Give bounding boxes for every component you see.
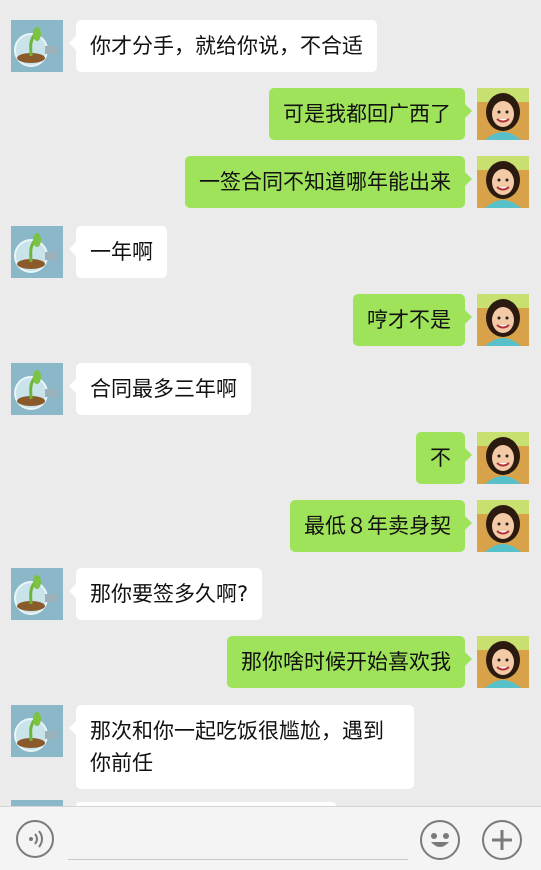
message-bubble-outgoing[interactable]: 不 xyxy=(416,432,472,484)
message-bubble-incoming[interactable]: 合同最多三年啊 xyxy=(69,363,251,415)
contact-avatar[interactable] xyxy=(11,20,63,72)
self-avatar[interactable] xyxy=(477,432,529,484)
contact-avatar[interactable] xyxy=(11,705,63,757)
message-bubble-incoming[interactable]: 你才分手，就给你说，不合适 xyxy=(69,20,377,72)
voice-button[interactable] xyxy=(16,820,54,858)
contact-avatar[interactable] xyxy=(11,226,63,278)
contact-avatar[interactable] xyxy=(11,363,63,415)
more-button[interactable] xyxy=(482,820,522,860)
message-bubble-outgoing[interactable]: 哼才不是 xyxy=(353,294,472,346)
self-avatar[interactable] xyxy=(477,294,529,346)
message-bubble-outgoing[interactable]: 那你啥时候开始喜欢我 xyxy=(227,636,472,688)
emoji-button[interactable] xyxy=(420,820,460,860)
self-avatar[interactable] xyxy=(477,88,529,140)
voice-icon xyxy=(29,830,43,848)
self-avatar[interactable] xyxy=(477,500,529,552)
chat-message-list[interactable]: 你才分手，就给你说，不合适 可是我都回广西了 一签合同不知道哪年能出来 一年啊 … xyxy=(0,0,541,806)
contact-avatar[interactable] xyxy=(11,568,63,620)
emoji-icon xyxy=(431,833,449,847)
chat-input-bar xyxy=(0,806,541,870)
message-bubble-incoming[interactable]: 那你要签多久啊? xyxy=(68,568,263,620)
message-bubble-incoming[interactable]: 一年啊 xyxy=(69,226,167,278)
self-avatar[interactable] xyxy=(477,156,529,208)
message-bubble-outgoing[interactable]: 一签合同不知道哪年能出来 xyxy=(185,156,472,208)
message-bubble-outgoing[interactable]: 最低８年卖身契 xyxy=(290,500,472,552)
self-avatar[interactable] xyxy=(477,636,529,688)
plus-icon xyxy=(492,830,512,850)
message-bubble-outgoing[interactable]: 可是我都回广西了 xyxy=(269,88,472,140)
message-input[interactable] xyxy=(68,821,408,860)
message-bubble-incoming[interactable]: 那次和你一起吃饭很尴尬，遇到你前任 xyxy=(69,705,414,789)
